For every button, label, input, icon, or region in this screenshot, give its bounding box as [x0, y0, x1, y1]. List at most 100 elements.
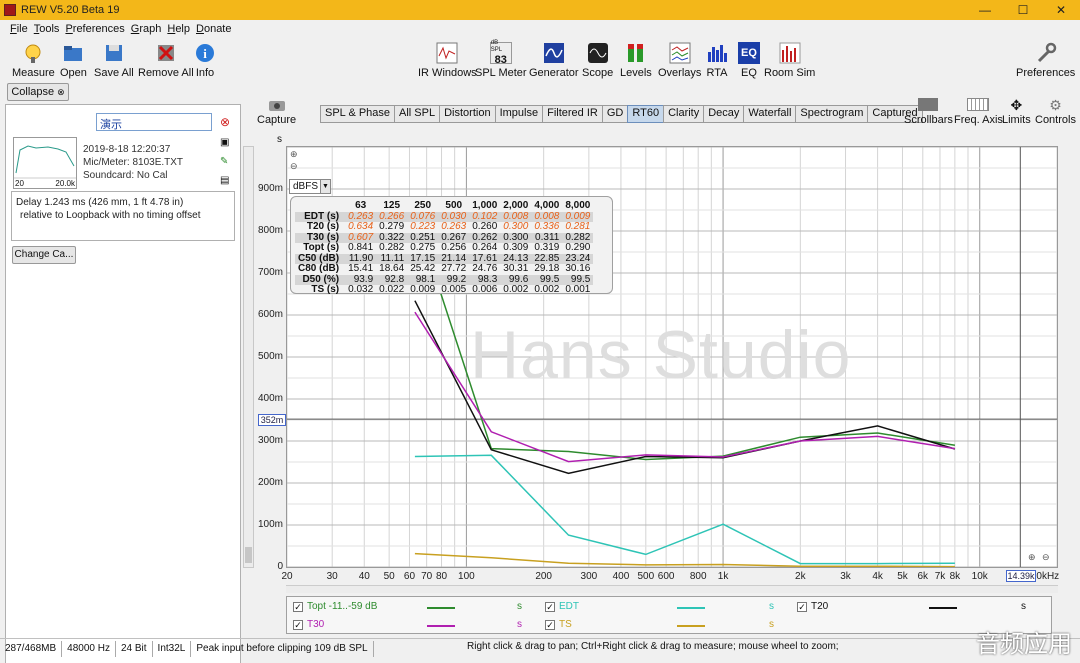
- table-column-header: 1,000: [472, 200, 498, 212]
- room-sim-icon: [779, 42, 801, 64]
- tab-impulse[interactable]: Impulse: [494, 105, 544, 123]
- legend-topt[interactable]: ✓ Topt -11..-59 dB: [293, 601, 377, 612]
- legend-t30[interactable]: ✓ T30: [293, 619, 324, 630]
- x-tick-label: 300: [580, 571, 598, 582]
- tab-decay[interactable]: Decay: [703, 105, 745, 123]
- topt-checkbox[interactable]: ✓: [293, 601, 303, 612]
- y-unit-label: s: [277, 134, 282, 145]
- menu-help[interactable]: Help: [167, 23, 190, 35]
- info-measurement-icon[interactable]: ▤: [220, 175, 230, 186]
- table-column-header: 4,000: [534, 200, 560, 212]
- tab-spectrogram[interactable]: Spectrogram: [795, 105, 869, 123]
- tab-gd[interactable]: GD: [601, 105, 629, 123]
- measurement-date: 2019-8-18 12:20:37: [83, 144, 171, 155]
- minimize-button[interactable]: —: [966, 0, 1004, 20]
- tab-spl-phase[interactable]: SPL & Phase: [320, 105, 396, 123]
- camera-icon: [266, 98, 288, 112]
- peak-status: Peak input before clipping 109 dB SPL: [191, 640, 374, 657]
- folder-icon: [62, 42, 84, 64]
- measurement-name-field[interactable]: 演示: [96, 113, 212, 131]
- freq-axis-icon: [967, 98, 990, 111]
- edit-notes-icon[interactable]: ✎: [220, 156, 230, 167]
- measurements-panel: Collapse ⊗ 演示 ⊗ ▣ ✎ ▤ 20 20.0k 2019-8-18…: [5, 82, 241, 663]
- tab-waterfall[interactable]: Waterfall: [743, 105, 797, 123]
- measure-button[interactable]: Measure: [12, 42, 55, 79]
- limits-button[interactable]: ✥ Limits: [1002, 98, 1031, 126]
- x-tick-label: 10k: [971, 571, 988, 582]
- table-cell: 0.309: [503, 242, 529, 254]
- generator-button[interactable]: Generator: [529, 42, 579, 79]
- info-icon: i: [194, 42, 216, 64]
- scope-button[interactable]: Scope: [582, 42, 613, 79]
- scope-icon: [587, 42, 609, 64]
- menu-preferences[interactable]: Preferences: [65, 23, 124, 35]
- table-cell: 18.64: [379, 263, 405, 275]
- dbfs-dropdown[interactable]: dBFS ▼: [289, 179, 331, 194]
- menu-graph[interactable]: Graph: [131, 23, 162, 35]
- x-tick-label: 7k: [934, 571, 946, 582]
- gear-icon: ⚙: [1049, 97, 1062, 113]
- eq-button[interactable]: EQ EQ: [738, 42, 760, 79]
- close-button[interactable]: ✕: [1042, 0, 1080, 20]
- x-tick-label: 4k: [872, 571, 883, 582]
- tab-clarity[interactable]: Clarity: [663, 105, 705, 123]
- info-button[interactable]: i Info: [194, 42, 216, 79]
- tab-rt60[interactable]: RT60: [627, 105, 665, 123]
- table-row: T20 (s) 0.634 0.279 0.223 0.263 0.260 0.300 0.3…: [295, 222, 593, 233]
- overlays-button[interactable]: Overlays: [658, 42, 701, 79]
- preferences-button[interactable]: Preferences: [1016, 42, 1075, 79]
- tab-distortion[interactable]: Distortion: [439, 105, 496, 123]
- table-cell: 30.31: [503, 263, 529, 275]
- table-cell: 0.002: [534, 284, 560, 296]
- capture-button[interactable]: Capture: [257, 98, 296, 126]
- spl-meter-button[interactable]: dB SPL 83 SPL Meter: [475, 40, 527, 79]
- menu-file[interactable]: File: [10, 23, 28, 35]
- remove-measurement-icon[interactable]: ⊗: [220, 115, 230, 129]
- scrollbar-thumb[interactable]: [245, 547, 252, 563]
- change-cal-button[interactable]: Change Ca...: [12, 246, 76, 264]
- measurement-item[interactable]: 演示 ⊗ ▣ ✎ ▤ 20 20.0k 2019-8-18 12:20:37 M…: [5, 104, 241, 663]
- legend-t20[interactable]: ✓ T20: [797, 601, 828, 612]
- legend-edt[interactable]: ✓ EDT: [545, 601, 579, 612]
- table-cell: 0.841: [348, 242, 374, 254]
- tab-all-spl[interactable]: All SPL: [394, 105, 441, 123]
- save-measurement-icon[interactable]: ▣: [220, 137, 230, 148]
- remove-all-button[interactable]: Remove All: [138, 42, 194, 79]
- table-column-header: 63: [355, 200, 367, 212]
- y-tick-label: 900m: [257, 183, 283, 194]
- table-cell: 25.42: [410, 263, 436, 275]
- tab-filtered-ir[interactable]: Filtered IR: [542, 105, 603, 123]
- save-all-button[interactable]: Save All: [94, 42, 134, 79]
- ts-checkbox[interactable]: ✓: [545, 619, 555, 630]
- table-cell: 0.263: [441, 221, 467, 233]
- room-sim-button[interactable]: Room Sim: [764, 42, 815, 79]
- scrollbars-button[interactable]: Scrollbars: [904, 98, 953, 126]
- t20-checkbox[interactable]: ✓: [797, 601, 807, 612]
- table-row-header: TS (s): [311, 284, 340, 296]
- rta-button[interactable]: RTA: [706, 42, 728, 79]
- ir-windows-button[interactable]: IR Windows: [418, 42, 477, 79]
- menu-donate[interactable]: Donate: [196, 23, 231, 35]
- menu-tools[interactable]: Tools: [34, 23, 60, 35]
- series-line-ts: [414, 552, 955, 568]
- x-tick-label: 500: [637, 571, 655, 582]
- levels-button[interactable]: Levels: [620, 42, 652, 79]
- x-tick-label: 40: [358, 571, 370, 582]
- collapse-button[interactable]: Collapse ⊗: [7, 83, 69, 101]
- zoom-out-x-icon[interactable]: ⊖: [1042, 552, 1050, 563]
- t30-checkbox[interactable]: ✓: [293, 619, 303, 630]
- open-button[interactable]: Open: [60, 42, 87, 79]
- freq-axis-button[interactable]: Freq. Axis: [954, 98, 1003, 126]
- horizontal-scrollbar[interactable]: [286, 585, 1058, 593]
- corner-watermark: 音频应用: [976, 630, 1072, 658]
- graph-tabs: SPL & Phase All SPL Distortion Impulse F…: [320, 105, 923, 123]
- zoom-in-x-icon[interactable]: ⊕: [1028, 552, 1036, 563]
- edt-checkbox[interactable]: ✓: [545, 601, 555, 612]
- table-cell: 0.290: [565, 242, 591, 254]
- zoom-in-icon[interactable]: ⊕: [290, 149, 298, 160]
- maximize-button[interactable]: ☐: [1004, 0, 1042, 20]
- legend-ts[interactable]: ✓ TS: [545, 619, 572, 630]
- controls-button[interactable]: ⚙ Controls: [1035, 98, 1076, 126]
- measurement-mic: Mic/Meter: 8103E.TXT: [83, 157, 184, 168]
- zoom-out-icon[interactable]: ⊖: [290, 161, 298, 172]
